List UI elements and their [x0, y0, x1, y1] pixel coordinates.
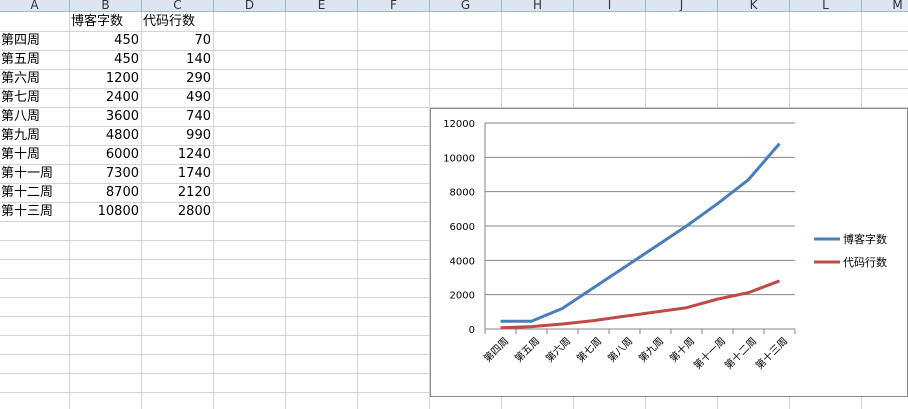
column-header-D[interactable]: D	[214, 0, 286, 12]
column-header-M[interactable]: M	[862, 0, 908, 12]
code-lines-cell[interactable]: 490	[142, 88, 214, 107]
y-tick-label: 10000	[443, 153, 475, 164]
x-tick-label: 第四周	[481, 334, 511, 364]
x-tick-label: 第八周	[605, 334, 635, 364]
column-header-B[interactable]: B	[70, 0, 142, 12]
legend-label-1: 博客字数	[843, 232, 887, 246]
y-tick-label: 4000	[450, 256, 475, 267]
week-label-cell[interactable]: 第四周	[0, 31, 70, 50]
y-tick-label: 2000	[450, 291, 475, 302]
x-tick-label: 第十二周	[722, 334, 759, 371]
code-lines-cell[interactable]: 1740	[142, 164, 214, 183]
gridline-vertical	[285, 12, 286, 409]
code-lines-cell[interactable]: 740	[142, 107, 214, 126]
code-lines-cell[interactable]: 140	[142, 50, 214, 69]
blog-words-cell[interactable]: 450	[70, 50, 142, 69]
column-header-J[interactable]: J	[646, 0, 718, 12]
column-header-F[interactable]: F	[358, 0, 430, 12]
blog-words-cell[interactable]: 1200	[70, 69, 142, 88]
x-tick-label: 第七周	[574, 334, 604, 364]
week-label-cell[interactable]: 第十周	[0, 145, 70, 164]
blog-words-cell[interactable]: 10800	[70, 202, 142, 221]
blog-words-cell[interactable]: 3600	[70, 107, 142, 126]
week-label-cell[interactable]: 第五周	[0, 50, 70, 69]
week-label-cell[interactable]: 第八周	[0, 107, 70, 126]
x-tick-label: 第九周	[636, 334, 666, 364]
column-header-C[interactable]: C	[142, 0, 214, 12]
column-header-H[interactable]: H	[502, 0, 574, 12]
header-cell-code-lines[interactable]: 代码行数	[142, 12, 214, 31]
column-header-I[interactable]: I	[574, 0, 646, 12]
column-header-K[interactable]: K	[718, 0, 790, 12]
y-tick-label: 8000	[450, 188, 475, 199]
column-header-E[interactable]: E	[286, 0, 358, 12]
code-lines-cell[interactable]: 1240	[142, 145, 214, 164]
x-tick-label: 第十三周	[753, 334, 790, 371]
legend-label-2: 代码行数	[843, 256, 887, 269]
column-header-A[interactable]: A	[0, 0, 70, 12]
code-lines-cell[interactable]: 290	[142, 69, 214, 88]
column-header-L[interactable]: L	[790, 0, 862, 12]
line-chart[interactable]: 0 2000 4000 6000 8000 10000 12000 第四周 第五周 第六周 第七周第…	[430, 108, 908, 397]
chart-svg: 020004000600080001000012000第四周 第五周 第六周 第七周第…	[443, 119, 887, 372]
x-tick-label: 第六周	[543, 334, 573, 364]
code-lines-cell[interactable]: 990	[142, 126, 214, 145]
blog-words-cell[interactable]: 8700	[70, 183, 142, 202]
code-lines-cell[interactable]: 2120	[142, 183, 214, 202]
week-label-cell[interactable]: 第七周	[0, 88, 70, 107]
code-lines-cell[interactable]: 2800	[142, 202, 214, 221]
blog-words-cell[interactable]: 7300	[70, 164, 142, 183]
code-lines-cell[interactable]: 70	[142, 31, 214, 50]
column-header-G[interactable]: G	[430, 0, 502, 12]
week-label-cell[interactable]: 第六周	[0, 69, 70, 88]
week-label-cell[interactable]: 第十二周	[0, 183, 70, 202]
y-tick-label: 0	[469, 325, 475, 336]
blog-words-cell[interactable]: 450	[70, 31, 142, 50]
week-label-cell[interactable]: 第十三周	[0, 202, 70, 221]
gridline-vertical	[357, 12, 358, 409]
y-tick-label: 12000	[443, 119, 475, 130]
y-tick-label: 6000	[450, 222, 475, 233]
series-line-2	[500, 279, 781, 330]
blog-words-cell[interactable]: 2400	[70, 88, 142, 107]
week-label-cell[interactable]: 第九周	[0, 126, 70, 145]
spreadsheet: ABCDEFGHIJKLM 博客字数 代码行数 第四周 450 70 第五周 450 140 第…	[0, 0, 908, 409]
x-tick-label: 第五周	[512, 334, 542, 364]
x-tick-label: 第十周	[667, 334, 697, 364]
blog-words-cell[interactable]: 6000	[70, 145, 142, 164]
x-tick-label: 第十一周	[691, 334, 728, 371]
header-cell-blog-words[interactable]: 博客字数	[70, 12, 142, 31]
week-label-cell[interactable]: 第十一周	[0, 164, 70, 183]
blog-words-cell[interactable]: 4800	[70, 126, 142, 145]
